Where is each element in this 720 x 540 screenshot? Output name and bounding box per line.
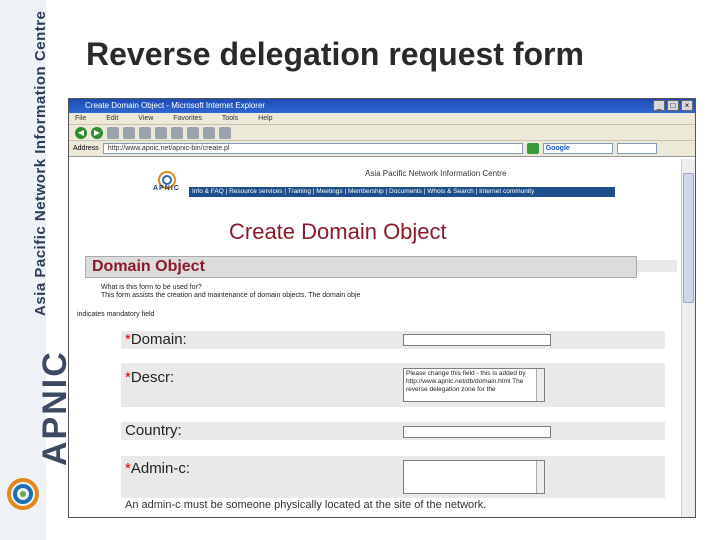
home-icon[interactable] — [139, 126, 151, 139]
side-org-name-wrap: Asia Pacific Network Information Centre — [10, 11, 49, 318]
domain-input[interactable] — [403, 334, 551, 346]
history-icon[interactable] — [187, 126, 199, 139]
page-heading: Create Domain Object — [229, 219, 447, 244]
page-scrollbar[interactable] — [681, 159, 695, 517]
admin-c-label: *Admin-c: — [125, 460, 191, 477]
menu-edit[interactable]: Edit — [106, 115, 118, 122]
admin-c-note: An admin-c must be someone physically lo… — [125, 499, 487, 511]
address-label: Address — [73, 145, 99, 152]
menu-favorites[interactable]: Favorites — [173, 115, 202, 122]
section-title: Domain Object — [92, 258, 205, 275]
search-icon[interactable] — [155, 126, 167, 139]
apnic-swirl-icon — [7, 478, 39, 510]
go-icon[interactable] — [526, 143, 539, 154]
address-bar: Address http://www.apnic.net/apnic-bin/c… — [69, 141, 695, 157]
descr-row: *Descr: Please change this field - this … — [121, 363, 665, 407]
section-header-tail — [637, 260, 677, 272]
apnic-nav[interactable]: Info & FAQ | Resource services | Trainin… — [189, 187, 615, 197]
faq-answer: This form assists the creation and maint… — [101, 292, 361, 299]
apnic-center-name: Asia Pacific Network Information Centre — [365, 169, 507, 178]
descr-scrollbar[interactable] — [536, 369, 544, 401]
menu-view[interactable]: View — [138, 115, 153, 122]
back-icon[interactable]: ◀ — [75, 126, 87, 139]
page-content: APNIC Asia Pacific Network Information C… — [69, 159, 681, 517]
forward-icon[interactable]: ▶ — [91, 126, 103, 139]
descr-label: *Descr: — [125, 369, 175, 386]
menu-file[interactable]: File — [75, 115, 86, 122]
apnic-banner: APNIC Asia Pacific Network Information C… — [149, 167, 615, 197]
section-header: Domain Object — [85, 256, 637, 278]
descr-textarea[interactable]: Please change this field - this is added… — [403, 368, 545, 402]
mail-icon[interactable] — [203, 126, 215, 139]
domain-row: *Domain: — [121, 331, 665, 349]
window-title: Create Domain Object - Microsoft Interne… — [85, 101, 266, 110]
window-controls: _ □ × — [653, 100, 693, 111]
print-icon[interactable] — [219, 126, 231, 139]
stop-icon[interactable] — [107, 126, 119, 139]
browser-titlebar: Create Domain Object - Microsoft Interne… — [69, 99, 695, 113]
menu-tools[interactable]: Tools — [222, 115, 238, 122]
country-input[interactable] — [403, 426, 551, 438]
menu-help[interactable]: Help — [258, 115, 272, 122]
minimize-icon[interactable]: _ — [653, 100, 665, 111]
browser-toolbar: ◀ ▶ — [69, 125, 695, 141]
favorites-icon[interactable] — [171, 126, 183, 139]
admin-c-row: *Admin-c: — [121, 456, 665, 498]
google-toolbar[interactable]: Google — [542, 143, 613, 154]
admin-c-textarea[interactable] — [403, 460, 545, 494]
side-band: Asia Pacific Network Information Centre … — [0, 0, 74, 540]
slide-title: Reverse delegation request form — [86, 36, 584, 72]
page-scrollbar-thumb[interactable] — [683, 173, 694, 303]
country-row: Country: — [121, 422, 665, 440]
domain-label: *Domain: — [125, 331, 187, 348]
maximize-icon[interactable]: □ — [667, 100, 679, 111]
apnic-logo-icon — [158, 171, 176, 189]
country-label: Country: — [125, 422, 182, 439]
close-icon[interactable]: × — [681, 100, 693, 111]
refresh-icon[interactable] — [123, 126, 135, 139]
menu-bar: File Edit View Favorites Tools Help — [69, 113, 695, 125]
apnic-logo-text: APNIC — [153, 185, 180, 192]
browser-window: Create Domain Object - Microsoft Interne… — [68, 98, 696, 518]
google-search-input[interactable] — [616, 143, 657, 154]
mandatory-note: indicates mandatory field — [77, 311, 155, 318]
faq-question[interactable]: What is this form to be used for? — [101, 284, 202, 291]
side-org-name: Asia Pacific Network Information Centre — [32, 10, 49, 316]
admin-c-scrollbar[interactable] — [536, 461, 544, 493]
address-input[interactable]: http://www.apnic.net/apnic-bin/create.pl — [102, 143, 523, 154]
side-logo-wrap: APNIC — [6, 340, 74, 470]
